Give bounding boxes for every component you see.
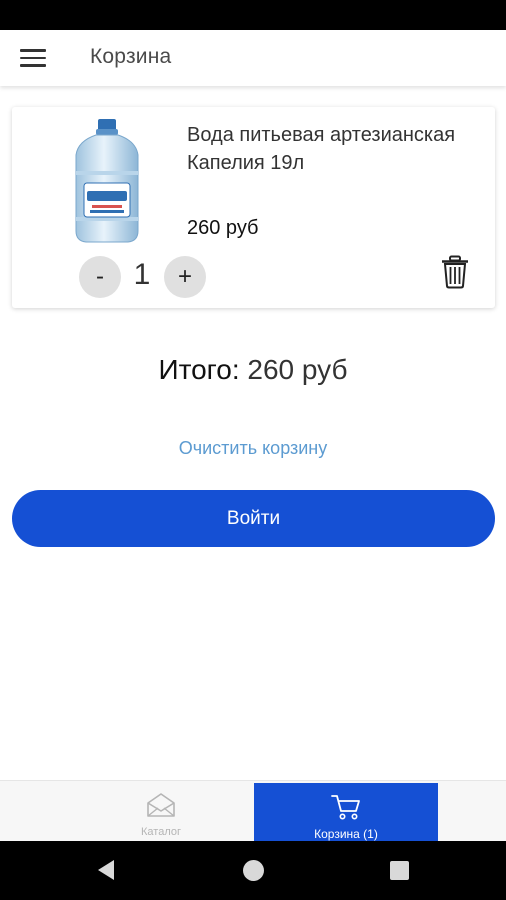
envelope-icon: [147, 793, 175, 817]
increase-quantity-button[interactable]: +: [164, 256, 206, 298]
product-price: 260 руб: [187, 217, 259, 239]
cart-total: Итого: 260 руб: [0, 354, 506, 386]
bottom-navigation: Каталог Корзина (1): [0, 780, 506, 842]
home-icon[interactable]: [243, 860, 264, 881]
decrease-quantity-button[interactable]: -: [79, 256, 121, 298]
product-name: Вода питьевая артезианская Капелия 19л: [187, 124, 456, 174]
app-bar: Корзина: [0, 30, 506, 86]
back-icon[interactable]: [96, 858, 116, 882]
tab-cart-label: Корзина (1): [314, 827, 378, 841]
total-value: 260 руб: [247, 354, 348, 385]
login-button[interactable]: Войти: [12, 490, 495, 547]
trash-icon[interactable]: [440, 255, 470, 289]
cart-item: Вода питьевая артезианская Капелия 19л 2…: [12, 107, 495, 308]
status-bar: [0, 0, 506, 30]
tab-catalog[interactable]: Каталог: [68, 781, 254, 842]
recent-apps-icon[interactable]: [390, 861, 409, 880]
tab-catalog-label: Каталог: [141, 826, 181, 838]
cart-icon: [331, 795, 360, 820]
total-label: Итого:: [158, 354, 240, 385]
tab-cart[interactable]: Корзина (1): [254, 783, 438, 842]
clear-cart-link[interactable]: Очистить корзину: [0, 438, 506, 459]
water-bottle-image: [75, 119, 139, 243]
quantity-value: 1: [133, 258, 151, 291]
hamburger-menu-icon[interactable]: [20, 47, 46, 69]
page-title: Корзина: [90, 45, 172, 68]
system-navigation-bar: [0, 841, 506, 900]
